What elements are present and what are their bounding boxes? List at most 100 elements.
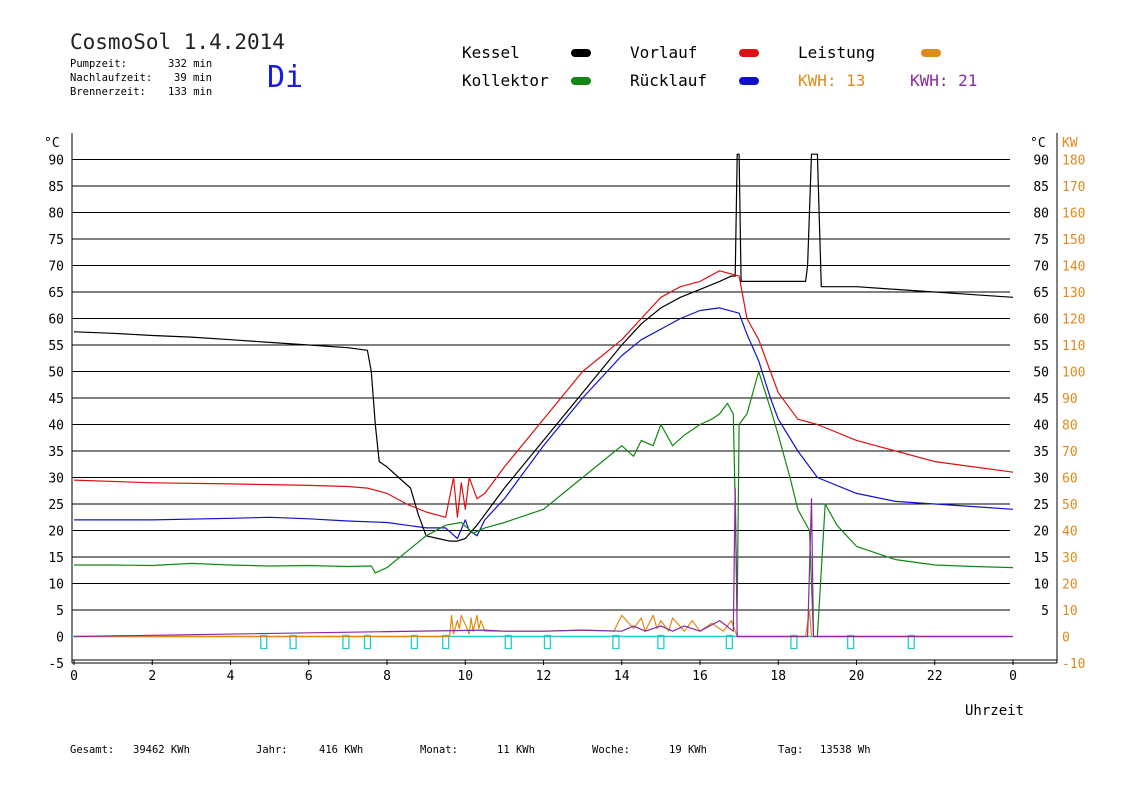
y-tick-label: 90 [48,154,64,169]
x-tick-label: 14 [614,669,630,684]
y-right-tick-label: 60 [1033,313,1049,328]
footer-jahr-label: Jahr: [256,744,288,756]
y-tick-label: 85 [48,180,64,195]
y-kw-tick-label: 170 [1062,180,1085,195]
series-leistung-2 [73,487,1013,638]
x-axis-label: Uhrzeit [965,703,1024,719]
pump-marker [442,634,450,650]
y-right-tick-label: 50 [1033,366,1049,381]
y-right-tick-label: 35 [1033,445,1049,460]
pump-marker [342,634,350,650]
x-axis-ticks: 0 2 4 6 8 10 12 14 16 18 20 22 0 [70,660,1017,684]
axis-labels: °C °C KW Uhrzeit [44,136,1078,719]
y-right-tick-label: 55 [1033,339,1049,354]
pump-markers [260,634,915,650]
y-right-tick-label: 70 [1033,260,1049,275]
x-tick-label: 10 [457,669,473,684]
y-kw-tick-label: 50 [1062,498,1078,513]
y-tick-label: 75 [48,233,64,248]
y-right-tick-label: 80 [1033,207,1049,222]
y-axis-left-ticks: -5 0 5 10 15 20 25 30 35 40 45 50 55 60 65 70 75 80 85 90 [48,154,64,673]
y-kw-tick-label: 60 [1062,472,1078,487]
series-leistung [74,609,1013,638]
x-tick-label: 8 [383,669,391,684]
y-kw-tick-label: 150 [1062,233,1085,248]
pump-marker [907,634,915,650]
y-kw-tick-label: 120 [1062,313,1085,328]
footer-tag-value: 13538 Wh [820,744,871,756]
y-right-tick-label: 30 [1033,472,1049,487]
pump-marker [846,634,855,650]
y-kw-tick-label: 40 [1062,525,1078,540]
y-axis-right-ticks: 5 10 15 20 25 30 35 40 45 50 55 60 65 70 75 80 85 90 [1033,154,1049,620]
x-tick-label: 20 [849,669,865,684]
footer-woche-label: Woche: [592,744,630,756]
y-kw-tick-label: 100 [1062,366,1085,381]
y-kw-tick-label: 160 [1062,207,1085,222]
y-tick-label: 45 [48,392,64,407]
pump-marker [289,634,297,650]
x-tick-label: 18 [770,669,786,684]
y-axis-kw-ticks: -10 0 10 20 30 40 50 60 70 80 90 100 110 120 130 140 150… [1062,154,1085,673]
y-tick-label: 70 [48,260,64,275]
y-tick-label: 80 [48,207,64,222]
pump-marker [410,634,419,650]
pump-marker [504,634,512,650]
footer-monat-value: 11 KWh [497,744,535,756]
y-right-tick-label: 90 [1033,154,1049,169]
x-tick-label: 6 [305,669,313,684]
footer-monat-label: Monat: [420,744,458,756]
y-kw-tick-label: 90 [1062,392,1078,407]
footer-gesamt-label: Gesamt: [70,744,115,756]
chart-svg: -5051015202530354045505560657075808590 5… [44,133,1085,719]
y-right-tick-label: 15 [1033,551,1049,566]
y-right-tick-label: 40 [1033,419,1049,434]
footer-tag-label: Tag: [778,744,804,756]
y-tick-label: 5 [56,604,64,619]
y-unit-left: °C [44,136,60,151]
y-tick-label: 15 [48,551,64,566]
y-unit-kw: KW [1062,136,1078,151]
pump-marker [363,634,372,650]
y-right-tick-label: 20 [1033,525,1049,540]
y-tick-label: 55 [48,339,64,354]
y-right-tick-label: 10 [1033,578,1049,593]
pump-marker [260,634,268,650]
footer-woche-value: 19 KWh [669,744,707,756]
y-tick-label: 35 [48,445,64,460]
x-tick-label: 2 [148,669,156,684]
y-tick-label: 60 [48,313,64,328]
y-tick-label: 50 [48,366,64,381]
y-tick-label: 65 [48,286,64,301]
y-kw-tick-label: 130 [1062,286,1085,301]
y-right-tick-label: 75 [1033,233,1049,248]
y-tick-label: -5 [48,657,64,672]
y-unit-right: °C [1030,136,1046,151]
y-tick-label: 25 [48,498,64,513]
y-tick-label: 40 [48,419,64,434]
footer-gesamt-value: 39462 KWh [133,744,190,756]
pump-marker [657,634,665,650]
y-right-tick-label: 5 [1041,604,1049,619]
x-tick-label: 22 [927,669,943,684]
y-kw-tick-label: 20 [1062,578,1078,593]
y-kw-tick-label: 80 [1062,419,1078,434]
x-tick-label: 12 [536,669,552,684]
y-kw-tick-label: 10 [1062,604,1078,619]
y-kw-tick-label: 180 [1062,154,1085,169]
y-kw-tick-label: -10 [1062,657,1085,672]
pump-marker [543,634,552,650]
y-right-tick-label: 65 [1033,286,1049,301]
footer-jahr-value: 416 KWh [319,744,364,756]
grid-lines [71,133,1058,664]
y-tick-label: 0 [56,631,64,646]
pump-marker [790,634,798,650]
y-kw-tick-label: 110 [1062,339,1085,354]
x-tick-label: 0 [70,669,78,684]
y-kw-tick-label: 70 [1062,445,1078,460]
y-right-tick-label: 85 [1033,180,1049,195]
y-kw-tick-label: 0 [1062,631,1070,646]
pump-marker [725,634,733,650]
pump-marker [612,634,620,650]
y-kw-tick-label: 140 [1062,260,1085,275]
